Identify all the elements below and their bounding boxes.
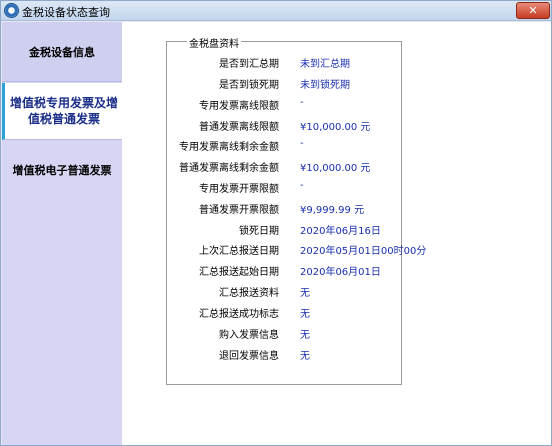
info-value: 2020年05月01日00时00分 bbox=[300, 246, 427, 257]
info-value: ¥10,000.00 元 bbox=[300, 163, 371, 174]
info-row: 专用发票离线剩余金额 - bbox=[167, 138, 403, 153]
info-label: 专用发票开票限额 bbox=[199, 184, 279, 195]
info-label: 普通发票离线限额 bbox=[199, 122, 279, 133]
info-row: 专用发票离线限额 - bbox=[167, 97, 403, 112]
tab-electronic-invoice[interactable]: 增值税电子普通发票 bbox=[2, 141, 122, 197]
info-label: 专用发票离线限额 bbox=[199, 101, 279, 112]
info-label: 普通发票开票限额 bbox=[199, 205, 279, 216]
info-value: 未到锁死期 bbox=[300, 80, 350, 91]
info-row: 普通发票离线剩余金额 ¥10,000.00 元 bbox=[167, 159, 403, 174]
info-label: 汇总报送成功标志 bbox=[199, 309, 279, 320]
tab-electronic-invoice-label: 增值税电子普通发票 bbox=[12, 164, 112, 177]
status-query-window: 金税设备状态查询 ✕ 金税设备信息 增值税专用发票及增 值税普通发票 增值税电子… bbox=[0, 0, 552, 446]
tax-device-icon bbox=[4, 3, 19, 18]
info-label: 汇总报送资料 bbox=[219, 288, 279, 299]
info-row: 是否到汇总期 未到汇总期 bbox=[167, 55, 403, 70]
tab-device-info-label: 金税设备信息 bbox=[29, 46, 95, 59]
info-label: 锁死日期 bbox=[239, 226, 279, 237]
content-panel: 金税盘资料 是否到汇总期 未到汇总期 是否到锁死期 未到锁死期 专用发票离线限额… bbox=[122, 22, 551, 445]
info-value: ¥10,000.00 元 bbox=[300, 122, 371, 133]
info-label: 专用发票离线剩余金额 bbox=[179, 142, 279, 153]
info-value: 2020年06月01日 bbox=[300, 267, 381, 278]
tab-device-info[interactable]: 金税设备信息 bbox=[2, 22, 122, 82]
info-value: 无 bbox=[300, 351, 310, 362]
info-row: 是否到锁死期 未到锁死期 bbox=[167, 76, 403, 91]
info-label: 普通发票离线剩余金额 bbox=[179, 163, 279, 174]
info-value: 无 bbox=[300, 288, 310, 299]
title-bar: 金税设备状态查询 ✕ bbox=[1, 1, 551, 21]
info-row: 锁死日期 2020年06月16日 bbox=[167, 222, 403, 237]
sidebar: 金税设备信息 增值税专用发票及增 值税普通发票 增值税电子普通发票 bbox=[2, 22, 123, 445]
info-row: 普通发票开票限额 ¥9,999.99 元 bbox=[167, 201, 403, 216]
info-label: 是否到锁死期 bbox=[219, 80, 279, 91]
tax-disk-info-group: 金税盘资料 是否到汇总期 未到汇总期 是否到锁死期 未到锁死期 专用发票离线限额… bbox=[166, 35, 426, 385]
info-value: - bbox=[300, 180, 304, 191]
info-value: ¥9,999.99 元 bbox=[300, 205, 365, 216]
info-row: 汇总报送起始日期 2020年06月01日 bbox=[167, 263, 403, 278]
info-value: 无 bbox=[300, 309, 310, 320]
tab-special-general-invoice-label-line1: 增值税专用发票及增 bbox=[9, 96, 118, 110]
info-label: 购入发票信息 bbox=[219, 330, 279, 341]
info-label: 汇总报送起始日期 bbox=[199, 267, 279, 278]
info-row: 汇总报送成功标志 无 bbox=[167, 305, 403, 320]
info-label: 退回发票信息 bbox=[219, 351, 279, 362]
info-value: 无 bbox=[300, 330, 310, 341]
info-row: 退回发票信息 无 bbox=[167, 347, 403, 362]
close-button[interactable]: ✕ bbox=[516, 2, 550, 19]
info-row: 普通发票离线限额 ¥10,000.00 元 bbox=[167, 118, 403, 133]
info-value: - bbox=[300, 138, 304, 149]
info-value: 2020年06月16日 bbox=[300, 226, 381, 237]
info-label: 是否到汇总期 bbox=[219, 59, 279, 70]
info-row: 上次汇总报送日期 2020年05月01日00时00分 bbox=[167, 242, 426, 257]
window-title: 金税设备状态查询 bbox=[22, 6, 110, 19]
info-value: 未到汇总期 bbox=[300, 59, 350, 70]
tab-special-general-invoice[interactable]: 增值税专用发票及增 值税普通发票 bbox=[2, 83, 123, 140]
info-row: 购入发票信息 无 bbox=[167, 326, 403, 341]
tab-special-general-invoice-label-line2: 值税普通发票 bbox=[27, 112, 100, 126]
info-row: 专用发票开票限额 - bbox=[167, 180, 403, 195]
group-legend: 金税盘资料 bbox=[187, 35, 241, 50]
info-label: 上次汇总报送日期 bbox=[199, 246, 279, 257]
info-value: - bbox=[300, 97, 304, 108]
info-row: 汇总报送资料 无 bbox=[167, 284, 403, 299]
